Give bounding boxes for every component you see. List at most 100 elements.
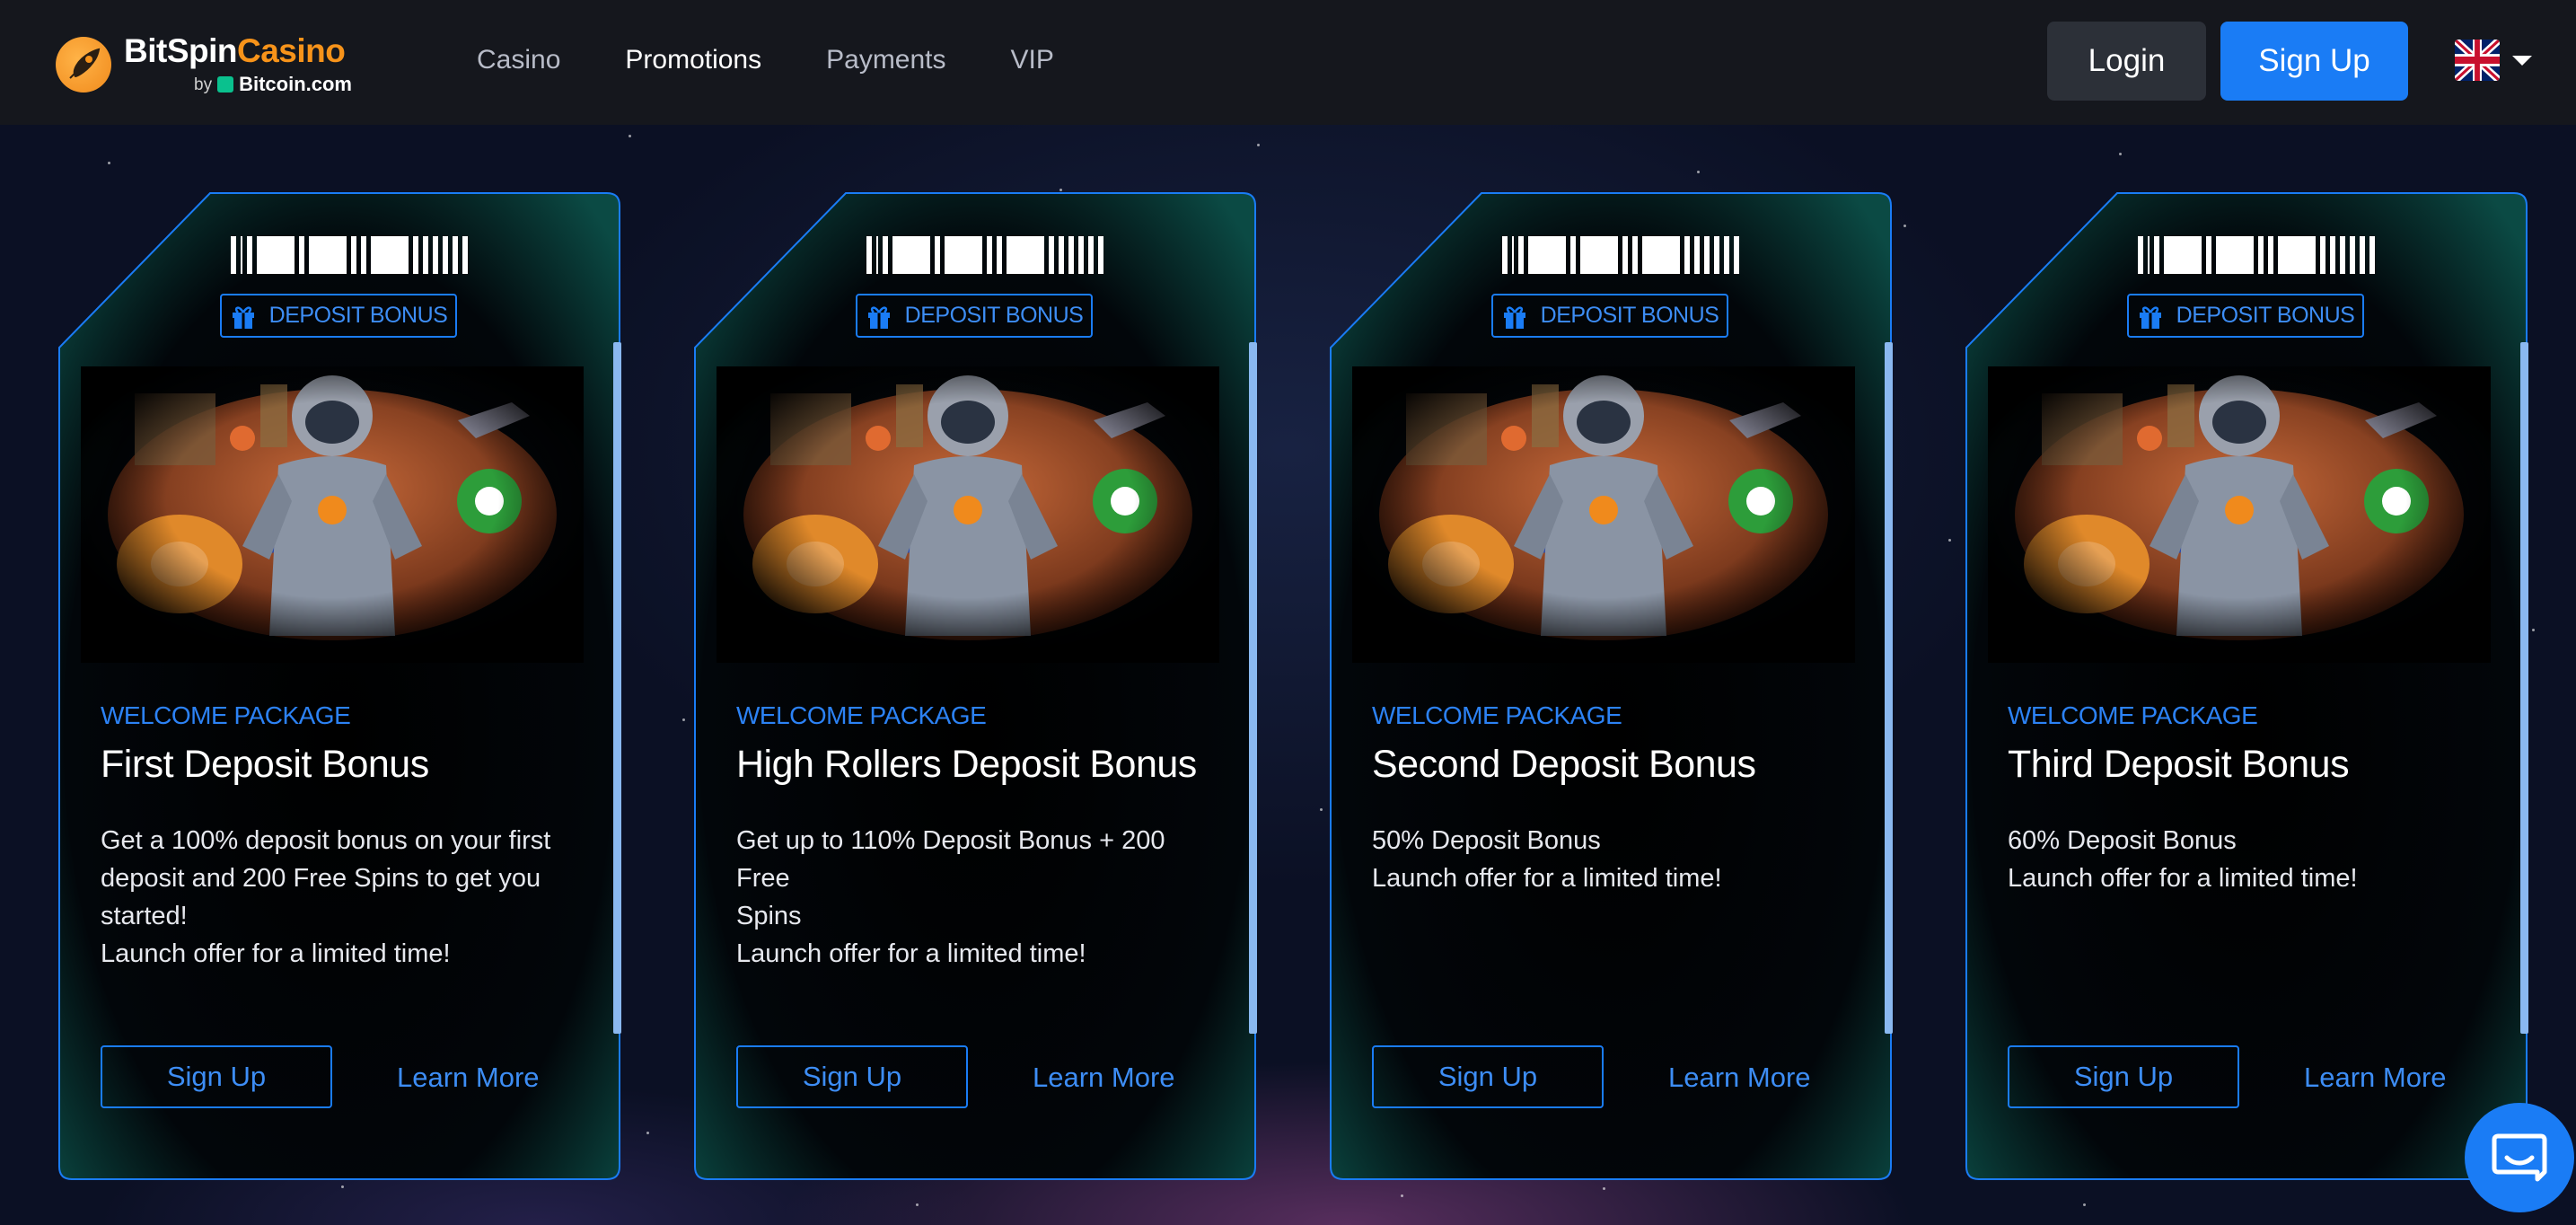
gift-icon [2137, 303, 2164, 330]
barcode-bar [1632, 236, 1638, 274]
card-learn-more-link[interactable]: Learn More [2304, 1062, 2447, 1094]
barcode-bar [876, 236, 878, 274]
card-frame [1965, 192, 2528, 1180]
deposit-bonus-badge: DEPOSIT BONUS [856, 294, 1093, 338]
deposit-bonus-badge: DEPOSIT BONUS [1491, 294, 1728, 338]
card-description: Get up to 110% Deposit Bonus + 200 Free … [736, 826, 1165, 968]
card-description: 50% Deposit Bonus Launch offer for a lim… [1372, 826, 1722, 893]
card-scrollbar[interactable] [2520, 342, 2528, 1034]
barcode-bar [241, 236, 242, 274]
top-header: BitSpinCasino by Bitcoin.com Casino Prom… [0, 0, 2576, 125]
barcode-bar [2164, 236, 2202, 274]
barcode-bar [997, 236, 1002, 274]
barcode-bar [1570, 236, 1576, 274]
barcode-bar [1642, 236, 1680, 274]
barcode-icon [1502, 236, 1744, 274]
barcode-bar [423, 236, 428, 274]
barcode-icon [2138, 236, 2379, 274]
barcode-bar [231, 236, 236, 274]
barcode-bar [1528, 236, 1566, 274]
barcode-bar [1704, 236, 1710, 274]
deposit-bonus-badge: DEPOSIT BONUS [2127, 294, 2364, 338]
badge-label: DEPOSIT BONUS [904, 303, 1084, 328]
barcode-bar [247, 236, 252, 274]
card-subtitle: WELCOME PACKAGE [2008, 701, 2258, 729]
nav-payments[interactable]: Payments [826, 45, 945, 75]
barcode-bar [2258, 236, 2264, 274]
bitcoin-com-icon [217, 76, 234, 93]
barcode-bar [1088, 236, 1094, 274]
promo-card: DEPOSIT BONUS [693, 191, 1257, 1181]
barcode-bar [2340, 236, 2345, 274]
barcode-bar [1580, 236, 1618, 274]
card-scrollbar[interactable] [1249, 342, 1257, 1034]
login-button[interactable]: Login [2047, 22, 2206, 101]
barcode-bar [1059, 236, 1064, 274]
chat-bubble-icon[interactable] [2465, 1103, 2574, 1212]
barcode-bar [2138, 236, 2143, 274]
barcode-bar [2154, 236, 2159, 274]
card-signup-button[interactable]: Sign Up [2008, 1045, 2239, 1108]
logo-wordmark: BitSpinCasino [124, 34, 352, 67]
promo-card: DEPOSIT BONUS [57, 191, 621, 1181]
card-learn-more-link[interactable]: Learn More [1033, 1062, 1175, 1094]
card-learn-more-link[interactable]: Learn More [397, 1062, 540, 1094]
barcode-bar [1007, 236, 1044, 274]
barcode-bar [1694, 236, 1700, 274]
barcode-bar [1684, 236, 1690, 274]
card-subtitle: WELCOME PACKAGE [736, 701, 987, 729]
barcode-bar [2320, 236, 2325, 274]
main-nav: Casino Promotions Payments VIP [477, 45, 1119, 75]
gift-icon [230, 303, 257, 330]
gift-icon [1501, 303, 1528, 330]
rocket-logo-icon [56, 36, 111, 93]
barcode-bar [299, 236, 304, 274]
badge-label: DEPOSIT BONUS [1540, 303, 1719, 328]
barcode-icon [231, 236, 472, 274]
barcode-bar [987, 236, 992, 274]
barcode-bar [1724, 236, 1729, 274]
language-selector[interactable] [2455, 40, 2532, 81]
card-scrollbar[interactable] [1885, 342, 1893, 1034]
barcode-bar [2206, 236, 2211, 274]
card-signup-button[interactable]: Sign Up [101, 1045, 332, 1108]
barcode-bar [1049, 236, 1054, 274]
barcode-bar [2350, 236, 2355, 274]
barcode-bar [257, 236, 295, 274]
chevron-down-icon [2512, 55, 2532, 66]
card-learn-more-link[interactable]: Learn More [1668, 1062, 1811, 1094]
card-frame [694, 192, 1256, 1180]
barcode-bar [1622, 236, 1628, 274]
barcode-bar [443, 236, 448, 274]
barcode-bar [1518, 236, 1524, 274]
barcode-bar [2330, 236, 2335, 274]
card-scrollbar[interactable] [613, 342, 621, 1034]
barcode-bar [945, 236, 982, 274]
badge-label: DEPOSIT BONUS [2176, 303, 2355, 328]
uk-flag-icon [2455, 40, 2500, 81]
card-description: 60% Deposit Bonus Launch offer for a lim… [2008, 826, 2358, 893]
astronaut-casino-illustration [1988, 366, 2491, 663]
logo-byline: by Bitcoin.com [194, 75, 352, 94]
deposit-bonus-badge: DEPOSIT BONUS [220, 294, 457, 338]
barcode-bar [866, 236, 872, 274]
nav-promotions[interactable]: Promotions [625, 45, 761, 75]
logo-by-brand: Bitcoin.com [239, 73, 352, 95]
barcode-bar [1068, 236, 1074, 274]
card-description: Get a 100% deposit bonus on your first d… [101, 826, 551, 968]
barcode-bar [462, 236, 468, 274]
barcode-bar [2278, 236, 2316, 274]
signup-button[interactable]: Sign Up [2220, 22, 2408, 101]
barcode-bar [433, 236, 438, 274]
barcode-bar [2360, 236, 2365, 274]
barcode-bar [1714, 236, 1719, 274]
card-frame [1330, 192, 1892, 1180]
card-signup-button[interactable]: Sign Up [1372, 1045, 1604, 1108]
barcode-bar [413, 236, 418, 274]
bitspin-logo[interactable]: BitSpinCasino by Bitcoin.com [56, 34, 352, 94]
nav-casino[interactable]: Casino [477, 45, 560, 75]
astronaut-casino-illustration [81, 366, 584, 663]
nav-vip[interactable]: VIP [1011, 45, 1054, 75]
card-signup-button[interactable]: Sign Up [736, 1045, 968, 1108]
card-title: Third Deposit Bonus [2008, 743, 2350, 786]
